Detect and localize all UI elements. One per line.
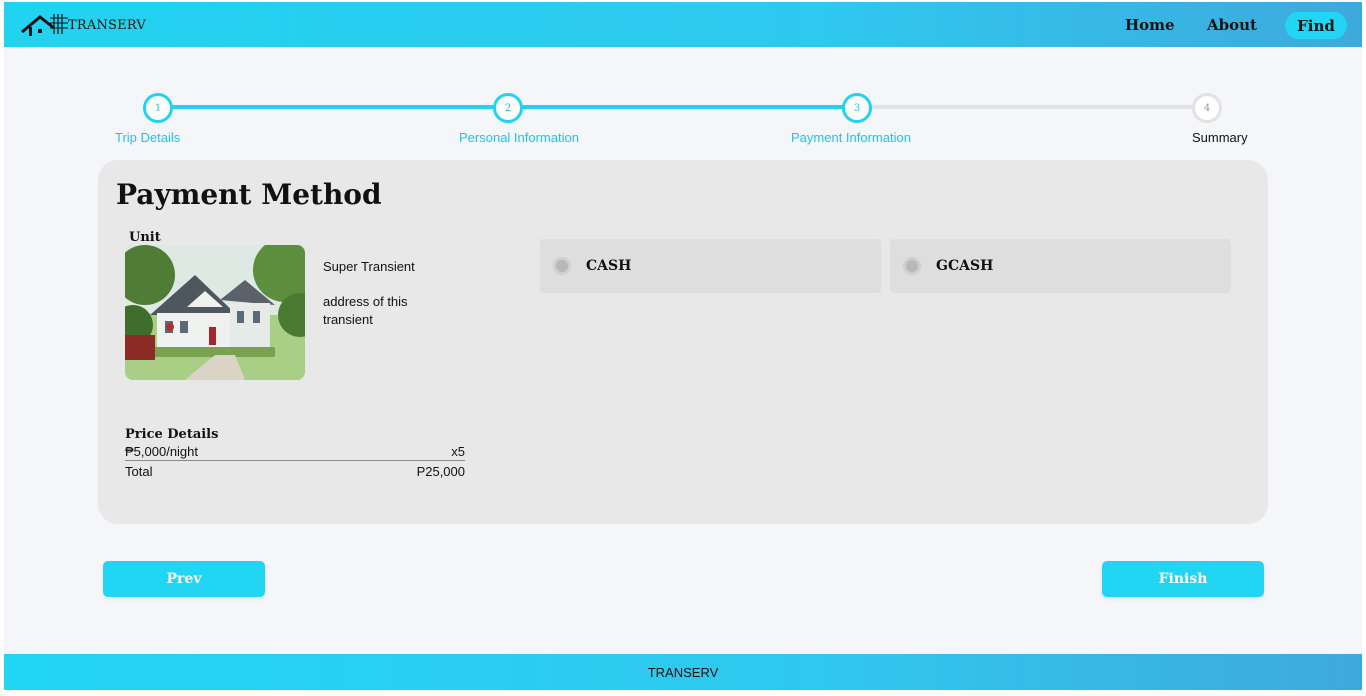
- price-rate: ₱5,000/night: [125, 444, 199, 459]
- step-connector-2: [522, 105, 846, 109]
- payment-method-card: Payment Method Unit Super Transient addr…: [98, 160, 1268, 524]
- brand-logo[interactable]: TRANSERV: [20, 10, 146, 40]
- top-navbar: TRANSERV Home About Find: [4, 2, 1362, 47]
- page-footer: TRANSERV: [4, 654, 1362, 690]
- payment-option-gcash[interactable]: GCASH: [890, 239, 1231, 293]
- price-details-title: Price Details: [125, 427, 219, 442]
- step-2-circle: 2: [493, 93, 523, 123]
- cash-label: CASH: [586, 258, 632, 274]
- total-label: Total: [125, 464, 153, 479]
- cash-radio[interactable]: [553, 257, 571, 275]
- prev-button[interactable]: Prev: [103, 561, 265, 597]
- unit-address: address of this transient: [323, 294, 408, 327]
- house-roof-icon: [21, 14, 68, 36]
- step-4-circle: 4: [1192, 93, 1222, 123]
- step-1-label: Trip Details: [115, 130, 181, 145]
- app-frame: TRANSERV Home About Find 1 2 3 4 Trip De…: [4, 2, 1362, 690]
- total-value: P25,000: [416, 464, 465, 479]
- gcash-label: GCASH: [936, 258, 994, 274]
- unit-photo: [125, 245, 305, 380]
- step-connector-3: [872, 105, 1196, 109]
- nav-about-link[interactable]: About: [1207, 16, 1257, 34]
- step-connector-1: [172, 105, 496, 109]
- unit-name: Super Transient: [323, 259, 415, 274]
- brand-name: TRANSERV: [68, 17, 146, 33]
- nav-find-button[interactable]: Find: [1285, 12, 1347, 39]
- step-4-label: Summary: [1192, 130, 1248, 145]
- unit-label: Unit: [129, 230, 161, 245]
- step-3-circle: 3: [842, 93, 872, 123]
- page-title: Payment Method: [116, 178, 382, 211]
- price-rate-row: ₱5,000/night x5: [125, 444, 465, 461]
- nav-home-link[interactable]: Home: [1125, 16, 1175, 34]
- finish-button[interactable]: Finish: [1102, 561, 1264, 597]
- house-photo-illustration: [125, 245, 305, 380]
- step-2-label: Personal Information: [459, 130, 579, 145]
- gcash-radio[interactable]: [903, 257, 921, 275]
- footer-brand: TRANSERV: [647, 664, 719, 680]
- payment-option-cash[interactable]: CASH: [540, 239, 881, 293]
- step-3-label: Payment Information: [791, 130, 911, 145]
- step-1-circle: 1: [143, 93, 173, 123]
- price-total-row: Total P25,000: [125, 464, 465, 479]
- price-nights: x5: [451, 444, 465, 459]
